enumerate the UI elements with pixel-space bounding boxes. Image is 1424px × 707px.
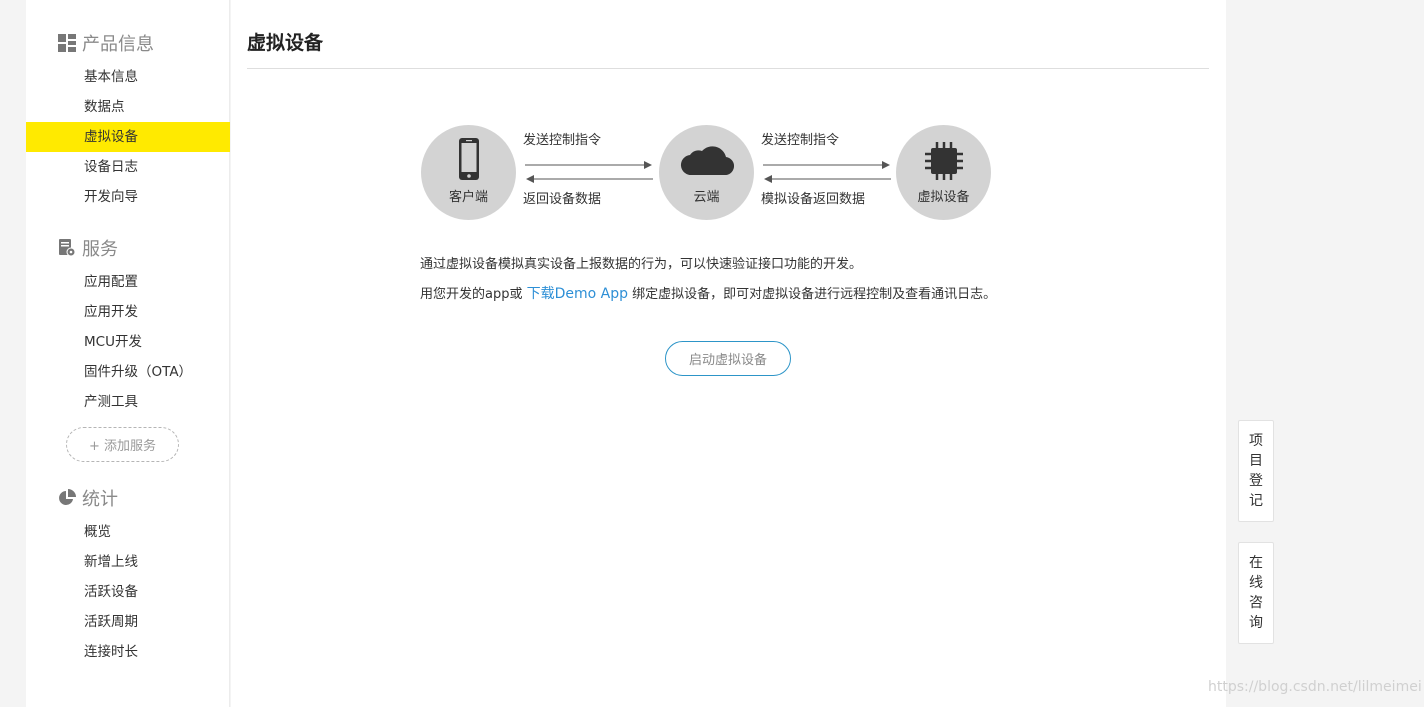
- chip-icon: [896, 141, 991, 181]
- send-command-label-1: 发送控制指令: [523, 133, 602, 148]
- project-register-button[interactable]: 项 目 登 记: [1238, 420, 1274, 522]
- cloud-label: 云端: [693, 190, 720, 205]
- start-virtual-device-button[interactable]: 启动虚拟设备: [665, 341, 791, 376]
- left-arrow-icon: [526, 175, 653, 183]
- virtual-device-label: 虚拟设备: [917, 190, 970, 205]
- sidebar-item-dev-guide[interactable]: 开发向导: [26, 182, 230, 212]
- left-arrow-icon: [764, 175, 891, 183]
- section-title-product-info: 产品信息: [58, 31, 154, 55]
- main-panel: 虚拟设备 客户端 发送控制指令 返回设备数据 云端 发送控制指令 模拟设备返回数…: [231, 0, 1226, 707]
- description-prefix: 用您开发的app或: [420, 287, 527, 302]
- section-title-label: 统计: [82, 489, 118, 510]
- sidebar-item-active-devices[interactable]: 活跃设备: [26, 577, 230, 607]
- sidebar-item-virtual-device[interactable]: 虚拟设备: [26, 122, 230, 152]
- sidebar-item-app-config[interactable]: 应用配置: [26, 267, 230, 297]
- sidebar-item-new-online[interactable]: 新增上线: [26, 547, 230, 577]
- sidebar-item-datapoints[interactable]: 数据点: [26, 92, 230, 122]
- register-char: 记: [1249, 493, 1263, 509]
- sidebar-item-overview[interactable]: 概览: [26, 517, 230, 547]
- right-arrow-icon: [525, 161, 652, 169]
- right-arrow-icon: [763, 161, 890, 169]
- description-suffix: 绑定虚拟设备，即可对虚拟设备进行远程控制及查看通讯日志。: [628, 287, 997, 302]
- sidebar-item-test-tools[interactable]: 产测工具: [26, 387, 230, 417]
- client-node: 客户端: [421, 125, 516, 220]
- section-title-statistics: 统计: [58, 486, 118, 510]
- virtual-device-node: 虚拟设备: [896, 125, 991, 220]
- sidebar-item-connect-duration[interactable]: 连接时长: [26, 637, 230, 667]
- register-char: 目: [1249, 453, 1263, 469]
- sidebar-item-app-dev[interactable]: 应用开发: [26, 297, 230, 327]
- consult-char: 咨: [1249, 595, 1263, 611]
- sidebar-item-basic-info[interactable]: 基本信息: [26, 62, 230, 92]
- section-title-services: 服务: [58, 236, 118, 260]
- sidebar: 产品信息 基本信息 数据点 虚拟设备 设备日志 开发向导 服务 应用配置 应用开…: [26, 0, 230, 707]
- add-service-button[interactable]: + 添加服务: [66, 427, 179, 462]
- title-divider: [247, 68, 1209, 69]
- send-command-label-2: 发送控制指令: [761, 133, 840, 148]
- online-consult-button[interactable]: 在 线 咨 询: [1238, 542, 1274, 644]
- sidebar-item-device-log[interactable]: 设备日志: [26, 152, 230, 182]
- section-title-label: 产品信息: [82, 34, 154, 55]
- virtual-return-label: 模拟设备返回数据: [761, 192, 866, 207]
- consult-char: 在: [1249, 555, 1263, 571]
- download-demo-app-link[interactable]: 下载Demo App: [527, 286, 628, 302]
- grid-icon: [58, 34, 76, 52]
- cloud-node: 云端: [659, 125, 754, 220]
- watermark: https://blog.csdn.net/lilmeimei: [1208, 679, 1422, 695]
- phone-icon: [421, 137, 516, 181]
- consult-char: 询: [1249, 615, 1263, 631]
- section-title-label: 服务: [82, 239, 118, 260]
- register-char: 项: [1249, 433, 1263, 449]
- description-line-2: 用您开发的app或 下载Demo App 绑定虚拟设备，即可对虚拟设备进行远程控…: [420, 283, 996, 303]
- consult-char: 线: [1249, 575, 1263, 591]
- sidebar-item-mcu-dev[interactable]: MCU开发: [26, 327, 230, 357]
- sidebar-item-active-period[interactable]: 活跃周期: [26, 607, 230, 637]
- sidebar-item-ota[interactable]: 固件升级（OTA）: [26, 357, 230, 387]
- register-char: 登: [1249, 473, 1263, 489]
- client-label: 客户端: [448, 190, 488, 205]
- page-title: 虚拟设备: [247, 32, 324, 54]
- description-line-1: 通过虚拟设备模拟真实设备上报数据的行为，可以快速验证接口功能的开发。: [420, 257, 863, 272]
- return-data-label: 返回设备数据: [523, 192, 602, 207]
- service-settings-icon: [58, 239, 76, 257]
- pie-chart-icon: [58, 489, 76, 507]
- cloud-icon: [659, 141, 754, 177]
